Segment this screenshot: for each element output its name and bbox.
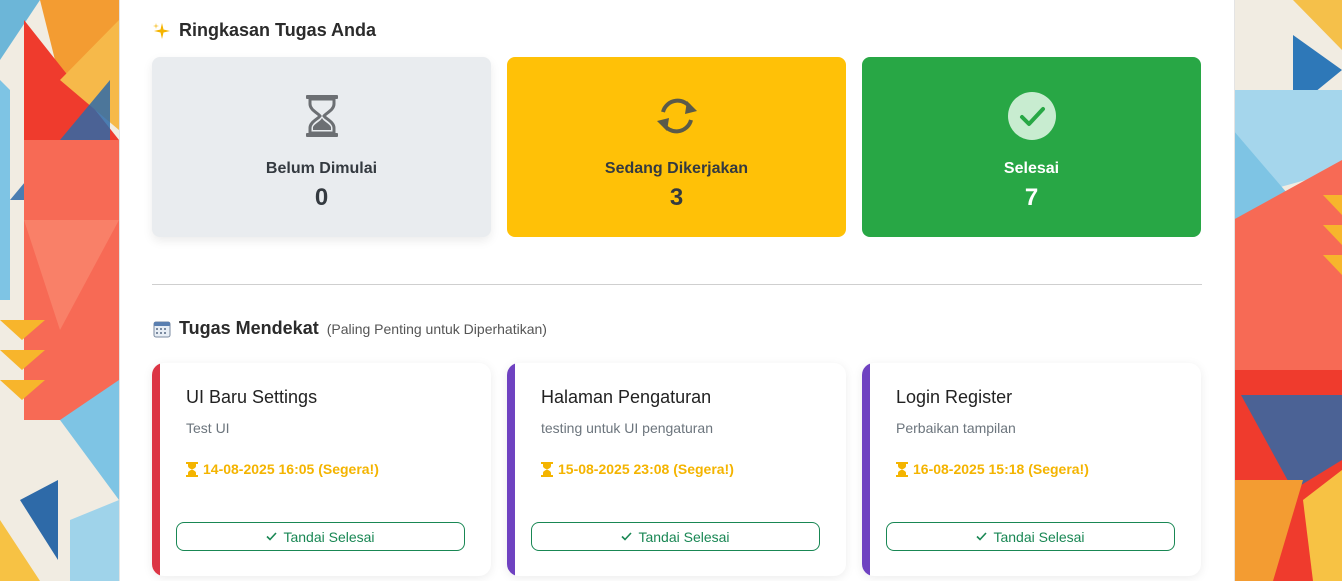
section-divider — [152, 284, 1202, 285]
stat-card-in-progress: Sedang Dikerjakan 3 — [507, 57, 846, 237]
priority-stripe — [507, 363, 515, 576]
stat-card-done: Selesai 7 — [862, 57, 1201, 237]
task-title: Login Register — [896, 387, 1013, 407]
decorative-background-right — [1233, 0, 1342, 581]
task-deadline: 15-08-2025 23:08 (Segera!) — [541, 461, 734, 477]
mark-done-label: Tandai Selesai — [638, 528, 730, 545]
task-description: testing untuk UI pengaturan — [541, 420, 714, 436]
task-description: Test UI — [186, 420, 230, 436]
stat-label: Sedang Dikerjakan — [604, 160, 749, 177]
stat-count: 0 — [314, 184, 329, 211]
decorative-background-left — [0, 0, 119, 581]
check-icon — [621, 532, 633, 541]
calendar-icon — [152, 319, 172, 339]
check-icon — [266, 532, 278, 541]
deadline-text: 15-08-2025 23:08 (Segera!) — [558, 461, 734, 477]
hourglass-icon — [304, 93, 340, 139]
task-card: Login Register Perbaikan tampilan 16-08-… — [862, 363, 1201, 576]
upcoming-section-title: Tugas Mendekat (Paling Penting untuk Dip… — [152, 318, 547, 339]
deadline-text: 14-08-2025 16:05 (Segera!) — [203, 461, 379, 477]
mark-done-label: Tandai Selesai — [283, 528, 375, 545]
main-panel: Ringkasan Tugas Anda Belum Dimulai 0 Sed… — [119, 0, 1235, 581]
stat-label: Belum Dimulai — [265, 160, 378, 177]
task-card: UI Baru Settings Test UI 14-08-2025 16:0… — [152, 363, 491, 576]
hourglass-icon — [896, 461, 908, 477]
priority-stripe — [862, 363, 870, 576]
mark-done-label: Tandai Selesai — [993, 528, 1085, 545]
stat-card-not-started: Belum Dimulai 0 — [152, 57, 491, 237]
task-deadline: 16-08-2025 15:18 (Segera!) — [896, 461, 1089, 477]
upcoming-subtitle: (Paling Penting untuk Diperhatikan) — [326, 320, 547, 337]
stat-label: Selesai — [1003, 160, 1060, 177]
task-description: Perbaikan tampilan — [896, 420, 1016, 436]
task-title: UI Baru Settings — [186, 387, 318, 407]
hourglass-icon — [541, 461, 553, 477]
task-deadline: 14-08-2025 16:05 (Segera!) — [186, 461, 379, 477]
stat-count: 3 — [669, 184, 684, 211]
stat-count: 7 — [1024, 184, 1039, 211]
mark-done-button[interactable]: Tandai Selesai — [531, 522, 820, 551]
priority-stripe — [152, 363, 160, 576]
check-icon — [976, 532, 988, 541]
task-card: Halaman Pengaturan testing untuk UI peng… — [507, 363, 846, 576]
task-title: Halaman Pengaturan — [541, 387, 712, 407]
upcoming-title: Tugas Mendekat — [179, 318, 319, 338]
mark-done-button[interactable]: Tandai Selesai — [176, 522, 465, 551]
sparkles-icon — [152, 21, 172, 41]
check-circle-icon — [1007, 92, 1057, 140]
summary-section-title: Ringkasan Tugas Anda — [152, 20, 376, 41]
sync-icon — [653, 93, 701, 139]
summary-title: Ringkasan Tugas Anda — [179, 20, 377, 40]
deadline-text: 16-08-2025 15:18 (Segera!) — [913, 461, 1089, 477]
hourglass-icon — [186, 461, 198, 477]
mark-done-button[interactable]: Tandai Selesai — [886, 522, 1175, 551]
